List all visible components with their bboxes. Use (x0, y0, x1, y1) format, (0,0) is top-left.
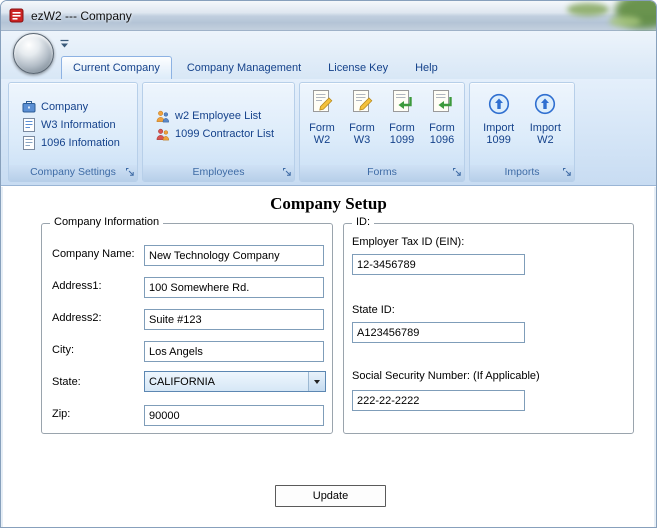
ribbon-tab-strip: Current Company Company Management Licen… (1, 31, 656, 79)
w2-employee-list-icon (155, 109, 170, 124)
form-1099-icon (390, 88, 414, 115)
zip-label: Zip: (52, 408, 71, 420)
dialog-launcher-icon[interactable] (124, 167, 135, 178)
city-label: City: (52, 344, 74, 356)
company-information-groupbox: Company Information Company Name: Addres… (41, 216, 333, 434)
form-w2-icon (310, 88, 334, 115)
id-legend: ID: (352, 216, 375, 228)
company-setup-page: Company Setup Company Information Compan… (1, 187, 656, 527)
import-1099-icon (488, 88, 510, 115)
state-id-input[interactable] (352, 322, 525, 343)
ribbon-item-1099-contractor-list[interactable]: 1099 Contractor List (143, 125, 294, 143)
ribbon-group-imports: Import 1099 Import W2 Imports (469, 82, 575, 182)
dialog-launcher-icon[interactable] (451, 167, 462, 178)
ribbon-group-company-settings: Company W3 Information 1096 Infomation C… (8, 82, 138, 182)
desktop-wallpaper-artifact (609, 16, 641, 27)
ribbon-body: Company W3 Information 1096 Infomation C… (1, 79, 656, 186)
quick-access-dropdown-button[interactable] (59, 36, 75, 50)
form-w3-button[interactable]: Form W3 (342, 88, 382, 146)
app-icon (9, 8, 25, 24)
desktop-wallpaper-artifact (567, 3, 609, 16)
app-window: ezW2 --- Company Current Company Company… (0, 0, 657, 528)
group-label-employees: Employees (143, 165, 294, 181)
state-id-label: State ID: (352, 304, 395, 316)
application-menu-button[interactable] (13, 33, 54, 74)
ein-label: Employer Tax ID (EIN): (352, 236, 465, 248)
import-w2-button[interactable]: Import W2 (525, 88, 565, 146)
dialog-launcher-icon[interactable] (561, 167, 572, 178)
desktop-wallpaper-artifact (615, 1, 656, 29)
address1-input[interactable] (144, 277, 324, 298)
titlebar: ezW2 --- Company (1, 1, 656, 31)
address2-input[interactable] (144, 309, 324, 330)
company-name-label: Company Name: (52, 248, 135, 260)
address1-label: Address1: (52, 280, 102, 292)
form-1096-icon (430, 88, 454, 115)
company-icon (21, 100, 36, 114)
1099-contractor-list-icon (155, 127, 170, 142)
group-label-company-settings: Company Settings (9, 165, 137, 181)
ribbon-tabs: Current Company Company Management Licen… (61, 56, 453, 79)
tab-current-company[interactable]: Current Company (61, 56, 172, 79)
page-title: Company Setup (270, 194, 387, 213)
w3-information-icon (21, 118, 36, 132)
window-title: ezW2 --- Company (31, 9, 132, 23)
ssn-label: Social Security Number: (If Applicable) (352, 370, 540, 382)
ribbon-item-w2-employee-list[interactable]: w2 Employee List (143, 107, 294, 125)
ribbon-item-w3-information[interactable]: W3 Information (9, 116, 137, 134)
tab-help[interactable]: Help (403, 56, 450, 79)
form-1096-button[interactable]: Form 1096 (422, 88, 462, 146)
company-name-input[interactable] (144, 245, 324, 266)
address2-label: Address2: (52, 312, 102, 324)
update-button[interactable]: Update (275, 485, 386, 507)
ssn-input[interactable] (352, 390, 525, 411)
import-w2-icon (534, 88, 556, 115)
form-w2-button[interactable]: Form W2 (302, 88, 342, 146)
group-label-forms: Forms (300, 165, 464, 181)
form-1099-button[interactable]: Form 1099 (382, 88, 422, 146)
city-input[interactable] (144, 341, 324, 362)
form-w3-icon (350, 88, 374, 115)
company-information-legend: Company Information (50, 216, 164, 228)
1096-information-icon (21, 136, 36, 150)
zip-input[interactable] (144, 405, 324, 426)
state-label: State: (52, 376, 81, 388)
dialog-launcher-icon[interactable] (281, 167, 292, 178)
tab-license-key[interactable]: License Key (316, 56, 400, 79)
chevron-down-icon (308, 372, 325, 391)
chevron-down-icon (60, 39, 69, 48)
state-select[interactable]: CALIFORNIA (144, 371, 326, 392)
ribbon-item-1096-information[interactable]: 1096 Infomation (9, 134, 137, 152)
import-1099-button[interactable]: Import 1099 (479, 88, 519, 146)
tab-company-management[interactable]: Company Management (175, 56, 313, 79)
ribbon-group-forms: Form W2 Form W3 Form 1099 Form 1096 Form… (299, 82, 465, 182)
group-label-imports: Imports (470, 165, 574, 181)
id-groupbox: ID: Employer Tax ID (EIN): State ID: Soc… (343, 216, 634, 434)
ein-input[interactable] (352, 254, 525, 275)
ribbon-group-employees: w2 Employee List 1099 Contractor List Em… (142, 82, 295, 182)
ribbon-item-company[interactable]: Company (9, 98, 137, 116)
